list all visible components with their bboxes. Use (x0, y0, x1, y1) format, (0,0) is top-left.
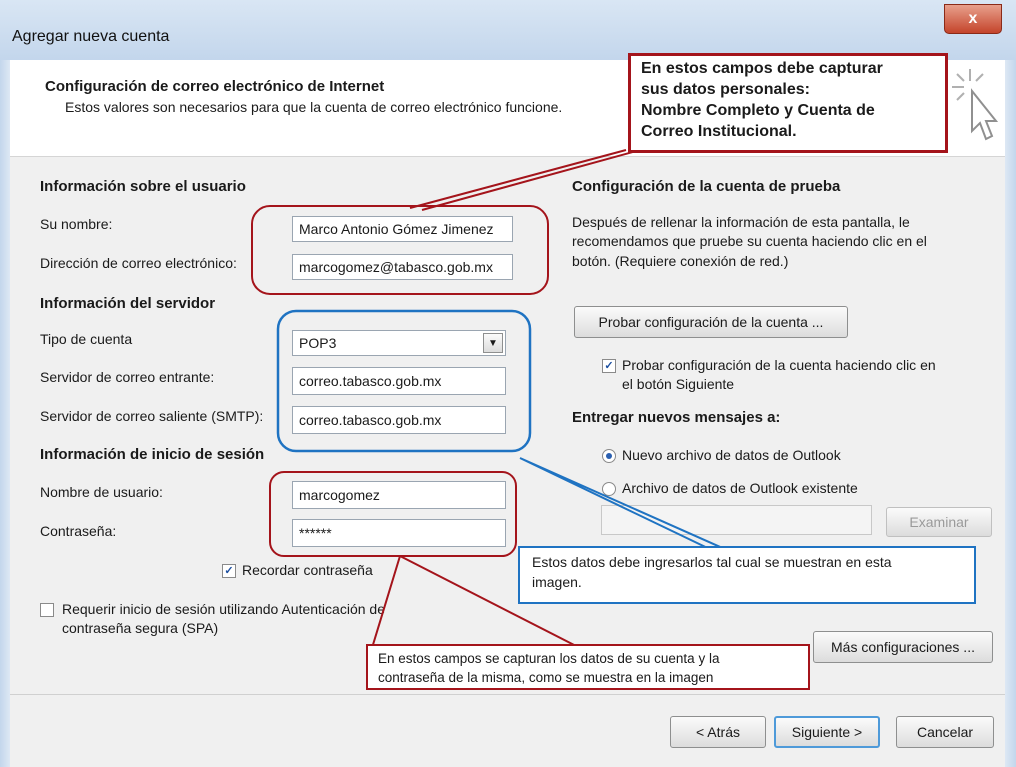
username-field[interactable]: marcogomez (292, 481, 506, 509)
existing-data-file-radio[interactable] (602, 482, 616, 496)
test-desc-line1: Después de rellenar la información de es… (572, 214, 910, 230)
bottom-callout: En estos campos se capturan los datos de… (366, 644, 810, 690)
header-subtitle: Estos valores son necesarios para que la… (65, 99, 563, 115)
spa-label-line1: Requerir inicio de sesión utilizando Aut… (62, 601, 385, 617)
window-right-edge (1005, 60, 1016, 767)
top-callout-line4: Correo Institucional. (641, 123, 797, 140)
email-field[interactable]: marcogomez@tabasco.gob.mx (292, 254, 513, 280)
server-info-heading: Información del servidor (40, 295, 216, 312)
logon-info-heading: Información de inicio de sesión (40, 446, 265, 463)
close-button[interactable]: x (944, 4, 1002, 34)
incoming-server-field[interactable]: correo.tabasco.gob.mx (292, 367, 506, 395)
window-left-edge (0, 60, 10, 767)
bottom-callout-line2: contraseña de la misma, como se muestra … (378, 670, 714, 685)
new-data-file-radio[interactable] (602, 449, 616, 463)
top-callout: En estos campos debe capturar sus datos … (628, 53, 948, 153)
window-title: Agregar nueva cuenta (12, 28, 170, 45)
test-on-next-checkbox[interactable]: ✓ (602, 359, 616, 373)
blue-callout: Estos datos debe ingresarlos tal cual se… (518, 546, 976, 604)
account-type-value: POP3 (299, 335, 337, 351)
blue-callout-line1: Estos datos debe ingresarlos tal cual se… (532, 554, 892, 570)
test-on-next-label-line2: el botón Siguiente (622, 376, 735, 392)
cancel-button[interactable]: Cancelar (896, 716, 994, 748)
remember-password-checkbox[interactable]: ✓ (222, 564, 236, 578)
chevron-down-icon[interactable]: ▼ (483, 333, 503, 353)
test-config-heading: Configuración de la cuenta de prueba (572, 178, 841, 195)
next-button[interactable]: Siguiente > (774, 716, 880, 748)
back-button[interactable]: < Atrás (670, 716, 766, 748)
blue-callout-line2: imagen. (532, 574, 582, 590)
test-account-button[interactable]: Probar configuración de la cuenta ... (574, 306, 848, 338)
incoming-server-label: Servidor de correo entrante: (40, 369, 215, 385)
bottom-callout-line1: En estos campos se capturan los datos de… (378, 651, 720, 666)
existing-data-file-label: Archivo de datos de Outlook existente (622, 480, 858, 496)
test-desc-line3: botón. (Requiere conexión de red.) (572, 253, 789, 269)
account-type-select[interactable]: POP3 ▼ (292, 330, 506, 356)
spa-checkbox[interactable] (40, 603, 54, 617)
top-callout-line2: sus datos personales: (641, 81, 810, 98)
name-field[interactable]: Marco Antonio Gómez Jimenez (292, 216, 513, 242)
account-type-label: Tipo de cuenta (40, 331, 133, 347)
top-callout-line3: Nombre Completo y Cuenta de (641, 102, 875, 119)
username-label: Nombre de usuario: (40, 484, 163, 500)
user-info-heading: Información sobre el usuario (40, 178, 246, 195)
more-settings-button[interactable]: Más configuraciones ... (813, 631, 993, 663)
email-label: Dirección de correo electrónico: (40, 255, 237, 271)
spa-label-line2: contraseña segura (SPA) (62, 620, 219, 636)
mail-setup-icon (952, 69, 999, 141)
existing-data-file-field[interactable] (601, 505, 872, 535)
password-field[interactable]: ****** (292, 519, 506, 547)
test-on-next-label-line1: Probar configuración de la cuenta hacien… (622, 357, 936, 373)
top-callout-line1: En estos campos debe capturar (641, 60, 883, 77)
header-title: Configuración de correo electrónico de I… (45, 78, 385, 95)
deliver-heading: Entregar nuevos mensajes a: (572, 409, 781, 426)
new-data-file-label: Nuevo archivo de datos de Outlook (622, 447, 841, 463)
name-label: Su nombre: (40, 216, 113, 232)
footer-divider (10, 694, 1005, 695)
browse-button[interactable]: Examinar (886, 507, 992, 537)
test-desc-line2: recomendamos que pruebe su cuenta hacien… (572, 233, 927, 249)
password-label: Contraseña: (40, 523, 117, 539)
remember-password-label: Recordar contraseña (242, 562, 373, 578)
outgoing-server-label: Servidor de correo saliente (SMTP): (40, 408, 264, 424)
outgoing-server-field[interactable]: correo.tabasco.gob.mx (292, 406, 506, 434)
